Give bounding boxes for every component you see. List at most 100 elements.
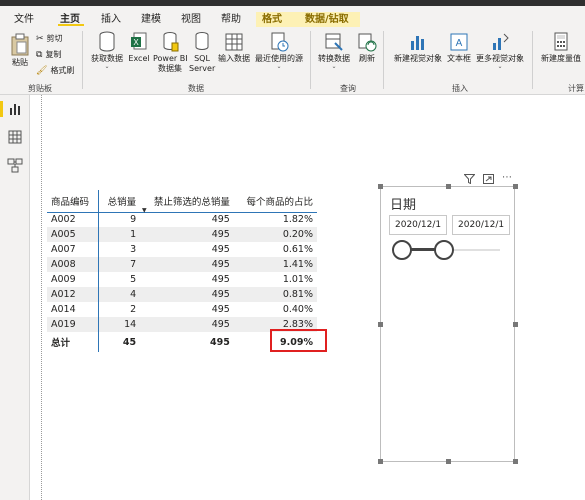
column-header-product-code[interactable]: 商品编码 — [47, 190, 100, 213]
resize-handle[interactable] — [513, 184, 518, 189]
new-visual-label: 新建视觉对象 — [394, 54, 442, 63]
cut-button[interactable]: ✂ 剪切 — [36, 33, 63, 44]
cell-total-sales: 2 — [130, 304, 137, 315]
resize-handle[interactable] — [513, 459, 518, 464]
menu-file[interactable]: 文件 — [14, 10, 34, 25]
enter-data-button[interactable]: 输入数据 — [217, 31, 251, 64]
sql-label-2: Server — [189, 64, 216, 73]
slider-start-handle[interactable] — [392, 240, 412, 260]
paste-button[interactable]: 粘贴 — [8, 33, 32, 68]
cell-product-code: A012 — [47, 287, 100, 302]
ribbon-separator — [82, 31, 83, 89]
cell-unfiltered-total: 495 — [140, 287, 234, 302]
column-header-total-sales[interactable]: 总销量 — [98, 190, 141, 213]
sort-indicator-icon[interactable]: ▼ — [142, 207, 147, 214]
canvas-boundary — [41, 95, 42, 500]
cell-total-sales: 5 — [130, 274, 137, 285]
transform-data-button[interactable]: 转换数据 ⌄ — [314, 31, 354, 70]
cell-share: 0.20% — [233, 227, 317, 242]
excel-label: Excel — [128, 54, 150, 63]
query-group-label: 查询 — [340, 84, 356, 93]
cell-product-code: A007 — [47, 242, 100, 257]
calc-group-label: 计算 — [568, 84, 584, 93]
resize-handle[interactable] — [378, 322, 383, 327]
report-view-button[interactable] — [7, 101, 23, 117]
menu-help[interactable]: 帮助 — [221, 10, 241, 25]
resize-handle[interactable] — [446, 184, 451, 189]
get-data-button[interactable]: 获取数据 ⌄ — [88, 31, 126, 70]
refresh-button[interactable]: 刷新 — [356, 31, 378, 64]
table-row: A012 4 495 0.81% — [47, 287, 317, 302]
cell-share: 0.81% — [233, 287, 317, 302]
report-view-icon — [10, 104, 20, 115]
new-measure-button[interactable]: 新建度量值 — [537, 31, 585, 64]
more-visuals-label: 更多视觉对象 — [476, 54, 524, 63]
column-header-unfiltered-total[interactable]: 禁止筛选的总销量 — [140, 190, 234, 213]
ribbon-separator — [532, 31, 533, 89]
total-sales: 45 — [122, 336, 137, 348]
cell-total-sales: 14 — [98, 317, 141, 332]
powerbi-datasets-button[interactable]: Power BI 数据集 — [153, 31, 188, 74]
table-grid-icon — [225, 33, 243, 51]
slider-end-handle[interactable] — [434, 240, 454, 260]
table-row: A008 7 495 1.41% — [47, 257, 317, 272]
menu-modeling[interactable]: 建模 — [141, 10, 161, 25]
refresh-icon — [358, 33, 377, 52]
recent-sources-label: 最近使用的源 — [255, 54, 303, 63]
format-painter-button[interactable]: 🖌 格式刷 — [36, 65, 74, 76]
bar-chart-icon — [411, 36, 424, 50]
table-row: A014 2 495 0.40% — [47, 302, 317, 317]
start-date-input[interactable]: 2020/12/1 — [389, 215, 447, 235]
more-options-icon[interactable]: ⋯ — [502, 172, 512, 183]
cell-product-code: A014 — [47, 302, 100, 317]
sql-server-icon — [195, 32, 209, 50]
more-visuals-icon — [493, 33, 509, 50]
cell-share: 0.40% — [282, 304, 313, 315]
cell-unfiltered-total: 495 — [211, 244, 230, 255]
ribbon: 粘贴 ✂ 剪切 ⧉ 复制 🖌 格式刷 剪贴板 获取数据 ⌄ X Excel Po… — [0, 27, 585, 95]
menu-home[interactable]: 主页 — [60, 10, 80, 25]
ribbon-separator — [310, 31, 311, 89]
column-header-share[interactable]: 每个商品的占比 — [233, 190, 317, 213]
date-slicer[interactable]: 日期 2020/12/1 2020/12/1 — [380, 186, 515, 462]
cell-unfiltered-total: 495 — [211, 274, 230, 285]
excel-icon: X — [131, 32, 147, 50]
svg-text:X: X — [133, 38, 139, 47]
chevron-down-icon: ⌄ — [497, 63, 503, 70]
menu-insert[interactable]: 插入 — [101, 10, 121, 25]
new-measure-label: 新建度量值 — [541, 54, 581, 63]
format-painter-label: 格式刷 — [50, 66, 75, 75]
resize-handle[interactable] — [378, 459, 383, 464]
menu-format[interactable]: 格式 — [262, 10, 282, 25]
end-date-input[interactable]: 2020/12/1 — [452, 215, 510, 235]
resize-handle[interactable] — [446, 459, 451, 464]
copy-button[interactable]: ⧉ 复制 — [36, 49, 61, 60]
paste-icon — [11, 33, 29, 56]
resize-handle[interactable] — [378, 184, 383, 189]
calculator-icon — [554, 32, 568, 51]
dataset-icon — [163, 32, 179, 52]
excel-button[interactable]: X Excel — [128, 31, 150, 64]
cell-product-code: A019 — [47, 317, 100, 332]
cell-total-sales: 4 — [98, 287, 141, 302]
text-box-button[interactable]: A 文本框 — [446, 31, 472, 64]
refresh-label: 刷新 — [359, 54, 375, 63]
resize-handle[interactable] — [513, 322, 518, 327]
text-box-icon: A — [450, 33, 468, 51]
more-visuals-button[interactable]: 更多视觉对象 ⌄ — [474, 31, 526, 70]
menu-data-drill[interactable]: 数据/钻取 — [305, 10, 349, 25]
recent-sources-button[interactable]: 最近使用的源 ⌄ — [253, 31, 305, 70]
menu-bar: 文件 主页 插入 建模 视图 帮助 格式 数据/钻取 — [0, 6, 585, 33]
cell-product-code: A002 — [47, 212, 100, 227]
new-visual-button[interactable]: 新建视觉对象 — [392, 31, 444, 64]
sql-label-1: SQL — [194, 54, 210, 63]
model-view-button[interactable] — [7, 157, 23, 173]
sql-server-button[interactable]: SQL Server — [189, 31, 215, 74]
menu-view[interactable]: 视图 — [181, 10, 201, 25]
cell-unfiltered-total: 495 — [211, 214, 230, 226]
chevron-down-icon: ⌄ — [104, 63, 110, 70]
cell-share: 1.01% — [282, 274, 313, 285]
copy-label: 复制 — [45, 50, 62, 59]
data-view-button[interactable] — [7, 129, 23, 145]
total-unfiltered: 495 — [210, 336, 230, 348]
